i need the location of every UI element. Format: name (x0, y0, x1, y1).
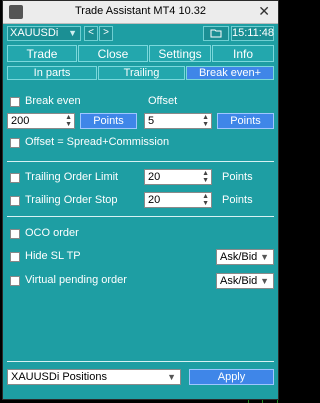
trailing-stop-value: 20 (148, 194, 161, 206)
offset-header: Offset (148, 95, 178, 107)
server-time: 15:11:48 (231, 26, 275, 41)
break-even-checkbox[interactable] (10, 97, 20, 107)
break-even-points-button[interactable]: Points (80, 113, 137, 129)
apply-button[interactable]: Apply (189, 369, 274, 385)
offset-spread-checkbox[interactable] (10, 138, 20, 148)
hide-sltp-select[interactable]: Ask/Bid ▼ (216, 249, 274, 265)
folder-icon (210, 29, 222, 38)
virtual-pending-label: Virtual pending order (25, 274, 127, 286)
chevron-down-icon: ▼ (260, 252, 269, 262)
virtual-pending-checkbox[interactable] (10, 276, 20, 286)
hide-sltp-checkbox[interactable] (10, 252, 20, 262)
prev-symbol-button[interactable]: < (84, 26, 98, 41)
divider (7, 216, 274, 217)
spinner-arrows-icon[interactable]: ▲ ▼ (202, 193, 209, 207)
folder-button[interactable] (203, 26, 229, 41)
trailing-stop-unit: Points (222, 194, 253, 206)
tab-info[interactable]: Info (212, 45, 274, 62)
break-even-points-value: 200 (11, 115, 30, 127)
break-even-points-input[interactable]: 200 ▲ ▼ (7, 113, 75, 129)
divider (7, 361, 274, 362)
trailing-limit-label: Trailing Order Limit (25, 171, 119, 183)
spinner-arrows-icon[interactable]: ▲ ▼ (202, 170, 209, 184)
tab-trade[interactable]: Trade (7, 45, 77, 62)
chevron-down-icon: ▼ (68, 28, 77, 38)
close-icon[interactable]: ✕ (258, 3, 270, 20)
title-bar: Trade Assistant MT4 10.32 ✕ (3, 1, 278, 24)
chevron-down-icon: ▼ (167, 372, 176, 382)
trailing-limit-unit: Points (222, 171, 253, 183)
positions-select[interactable]: XAUUSDi Positions ▼ (7, 369, 181, 385)
offset-value: 5 (148, 115, 155, 127)
trade-assistant-window: Trade Assistant MT4 10.32 ✕ XAUUSDi ▼ < … (2, 0, 279, 400)
trailing-stop-input[interactable]: 20 ▲ ▼ (144, 192, 212, 208)
subtab-trailing[interactable]: Trailing (98, 66, 185, 80)
subtab-break-even[interactable]: Break even+ (186, 66, 274, 80)
offset-points-button[interactable]: Points (217, 113, 274, 129)
spinner-arrows-icon[interactable]: ▲ ▼ (202, 114, 209, 128)
virtual-pending-select[interactable]: Ask/Bid ▼ (216, 273, 274, 289)
positions-select-value: XAUUSDi Positions (11, 371, 107, 383)
symbol-select[interactable]: XAUUSDi ▼ (7, 26, 81, 41)
break-even-label: Break even (25, 95, 81, 107)
symbol-value: XAUUSDi (10, 27, 59, 39)
tab-settings[interactable]: Settings (149, 45, 211, 62)
subtab-in-parts[interactable]: In parts (7, 66, 97, 80)
trailing-stop-checkbox[interactable] (10, 196, 20, 206)
chevron-down-icon: ▼ (260, 276, 269, 286)
oco-checkbox[interactable] (10, 229, 20, 239)
trailing-limit-value: 20 (148, 171, 161, 183)
virtual-pending-select-value: Ask/Bid (220, 275, 258, 287)
toolbar: XAUUSDi ▼ < > 15:11:48 (7, 26, 274, 42)
trailing-limit-input[interactable]: 20 ▲ ▼ (144, 169, 212, 185)
window-title: Trade Assistant MT4 10.32 (74, 5, 207, 17)
offset-spread-label: Offset = Spread+Commission (25, 136, 170, 148)
hide-sltp-select-value: Ask/Bid (220, 251, 258, 263)
oco-label: OCO order (25, 227, 79, 239)
divider (7, 161, 274, 162)
spinner-arrows-icon[interactable]: ▲ ▼ (65, 114, 72, 128)
tab-close[interactable]: Close (78, 45, 148, 62)
trailing-stop-label: Trailing Order Stop (25, 194, 118, 206)
next-symbol-button[interactable]: > (99, 26, 113, 41)
offset-input[interactable]: 5 ▲ ▼ (144, 113, 212, 129)
trailing-limit-checkbox[interactable] (10, 173, 20, 183)
hide-sltp-label: Hide SL TP (25, 250, 81, 262)
